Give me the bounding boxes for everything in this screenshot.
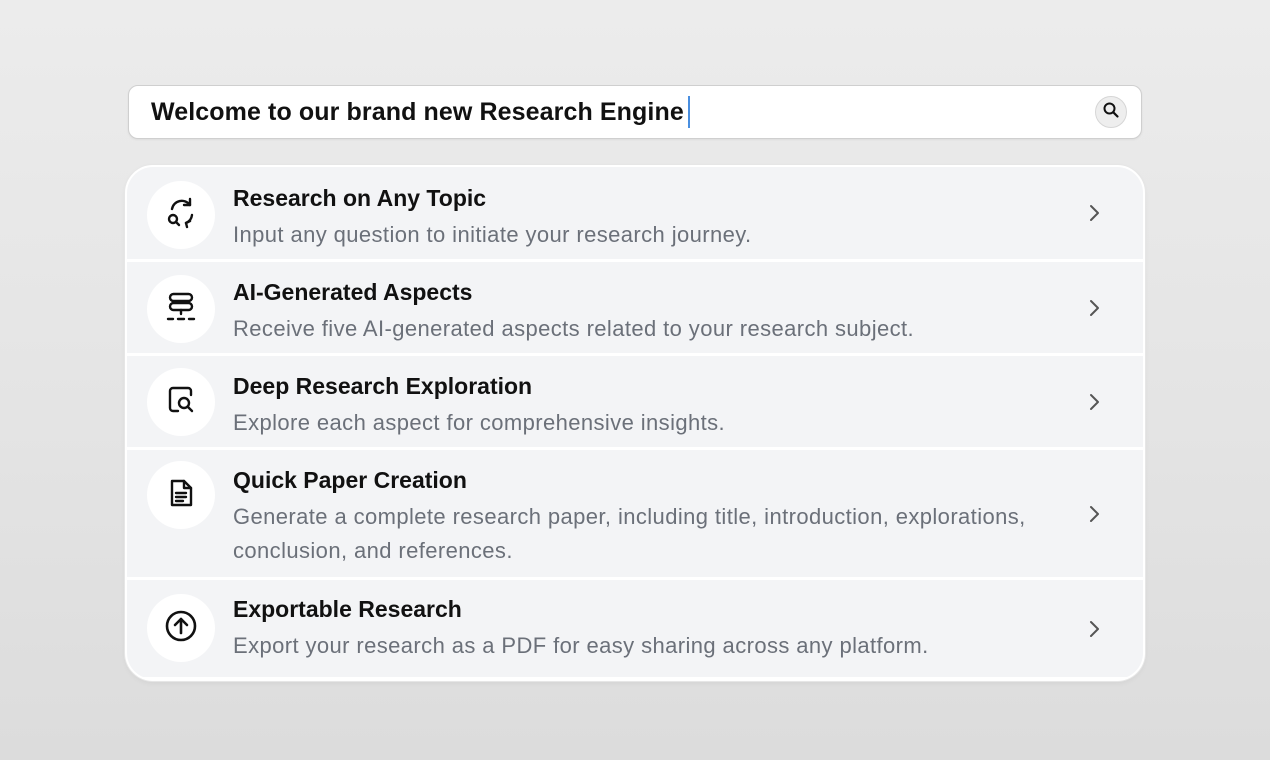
- feature-description: Input any question to initiate your rese…: [233, 222, 752, 247]
- feature-row-exportable-research[interactable]: Exportable Research Export your research…: [127, 580, 1143, 677]
- chevron-right-icon: [1085, 393, 1103, 411]
- feature-description: Generate a complete research paper, incl…: [233, 504, 1026, 563]
- feature-title: Deep Research Exploration: [233, 373, 533, 399]
- feature-title: AI-Generated Aspects: [233, 279, 473, 305]
- chevron-right-icon: [1085, 204, 1103, 222]
- feature-text: Quick Paper Creation Generate a complete…: [233, 465, 1033, 568]
- feature-title: Quick Paper Creation: [233, 467, 467, 493]
- feature-row-research-any-topic[interactable]: Research on Any Topic Input any question…: [127, 167, 1143, 259]
- feature-text: AI-Generated Aspects Receive five AI-gen…: [233, 277, 1033, 346]
- feature-description: Export your research as a PDF for easy s…: [233, 633, 929, 658]
- feature-icon-badge: [147, 275, 215, 343]
- feature-icon-badge: [147, 461, 215, 529]
- feature-text: Deep Research Exploration Explore each a…: [233, 371, 1033, 440]
- document-search-icon: [164, 383, 198, 422]
- feature-icon-badge: [147, 181, 215, 249]
- search-input-value: Welcome to our brand new Research Engine: [151, 98, 684, 126]
- arrow-up-circle-icon: [163, 608, 199, 649]
- feature-title: Exportable Research: [233, 596, 462, 622]
- features-card: Research on Any Topic Input any question…: [125, 165, 1145, 681]
- feature-icon-badge: [147, 594, 215, 662]
- feature-row-ai-generated-aspects[interactable]: AI-Generated Aspects Receive five AI-gen…: [127, 262, 1143, 353]
- feature-row-quick-paper-creation[interactable]: Quick Paper Creation Generate a complete…: [127, 450, 1143, 577]
- search-bar[interactable]: Welcome to our brand new Research Engine: [128, 85, 1142, 139]
- document-lines-icon: [164, 476, 198, 515]
- search-icon: [1102, 101, 1120, 124]
- search-button[interactable]: [1095, 96, 1127, 128]
- search-input[interactable]: Welcome to our brand new Research Engine: [151, 86, 690, 138]
- feature-title: Research on Any Topic: [233, 185, 487, 211]
- chevron-right-icon: [1085, 505, 1103, 523]
- feature-row-deep-research-exploration[interactable]: Deep Research Exploration Explore each a…: [127, 356, 1143, 447]
- refresh-search-icon: [164, 196, 198, 235]
- feature-icon-badge: [147, 368, 215, 436]
- chevron-right-icon: [1085, 620, 1103, 638]
- text-caret: [687, 95, 690, 128]
- feature-description: Explore each aspect for comprehensive in…: [233, 410, 726, 435]
- feature-description: Receive five AI-generated aspects relate…: [233, 316, 915, 341]
- layers-split-icon: [164, 290, 198, 329]
- feature-text: Research on Any Topic Input any question…: [233, 183, 1033, 252]
- feature-text: Exportable Research Export your research…: [233, 594, 1033, 663]
- chevron-right-icon: [1085, 299, 1103, 317]
